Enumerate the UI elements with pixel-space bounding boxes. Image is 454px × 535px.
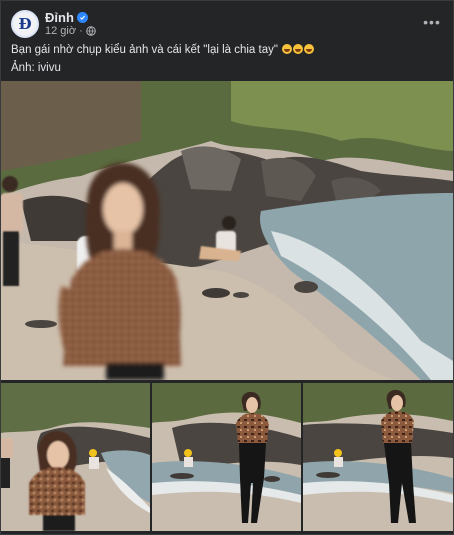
avatar-logo: Đ — [18, 15, 32, 33]
author-row: Đỉnh — [45, 10, 88, 25]
separator-dot: · — [79, 25, 83, 37]
thumbnail-photo-3[interactable] — [303, 383, 453, 531]
facebook-post: Đ Đỉnh 12 giờ · ••• Bạn gái nhờ chụp kiể… — [0, 0, 454, 535]
thumbnail-photo-1[interactable] — [1, 383, 150, 531]
author-name[interactable]: Đỉnh — [45, 10, 74, 25]
laughing-emoji-icon — [293, 44, 304, 54]
verified-badge-icon — [76, 12, 88, 23]
globe-icon — [85, 26, 96, 36]
avatar[interactable]: Đ — [11, 10, 39, 38]
post-caption: Bạn gái nhờ chụp kiểu ảnh và cái kết "lạ… — [11, 41, 315, 77]
caption-line: Bạn gái nhờ chụp kiểu ảnh và cái kết "lạ… — [11, 41, 315, 59]
laughing-emoji-icon — [304, 44, 315, 54]
more-options-icon[interactable]: ••• — [419, 9, 445, 35]
post-meta: 12 giờ · — [45, 25, 96, 37]
main-photo[interactable] — [1, 81, 453, 380]
laughing-emoji-icon — [282, 44, 293, 54]
caption-text: Bạn gái nhờ chụp kiểu ảnh và cái kết "lạ… — [11, 44, 278, 56]
post-time[interactable]: 12 giờ — [45, 25, 76, 37]
post-header: Đ Đỉnh 12 giờ · ••• — [11, 9, 445, 39]
thumbnail-photo-2[interactable] — [152, 383, 301, 531]
photo-credit: Ảnh: ivivu — [11, 62, 61, 74]
